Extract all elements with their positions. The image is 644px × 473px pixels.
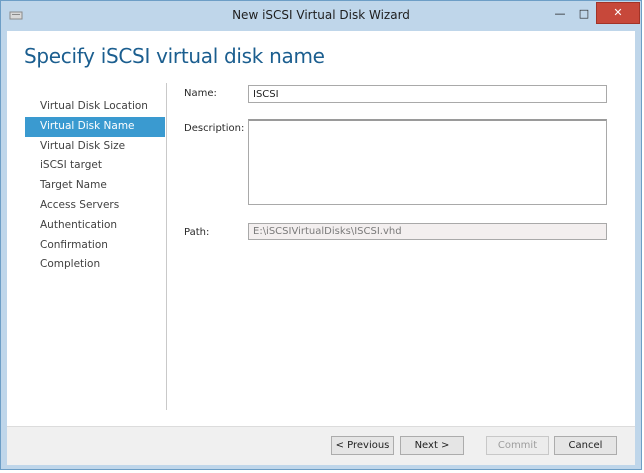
wizard-window: New iSCSI Virtual Disk Wizard — □ ✕ Spec… xyxy=(0,0,642,470)
nav-step-access-servers[interactable]: Access Servers xyxy=(25,196,165,216)
nav-step-confirmation[interactable]: Confirmation xyxy=(25,236,165,256)
nav-step-authentication[interactable]: Authentication xyxy=(25,216,165,236)
wizard-steps-nav: Virtual Disk Location Virtual Disk Name Vi… xyxy=(25,97,165,275)
nav-step-completion[interactable]: Completion xyxy=(25,255,165,275)
wizard-content: Specify iSCSI virtual disk name Virtual … xyxy=(7,31,635,465)
wizard-footer: < Previous Next > Commit Cancel xyxy=(7,426,635,465)
title-bar[interactable]: New iSCSI Virtual Disk Wizard — □ ✕ xyxy=(1,1,641,31)
commit-button[interactable]: Commit xyxy=(486,436,549,455)
close-button[interactable]: ✕ xyxy=(596,2,640,24)
minimize-button[interactable]: — xyxy=(549,5,571,23)
nav-step-virtual-disk-name[interactable]: Virtual Disk Name xyxy=(25,116,165,137)
name-input[interactable] xyxy=(248,85,607,103)
next-button[interactable]: Next > xyxy=(400,436,464,455)
previous-button[interactable]: < Previous xyxy=(331,436,394,455)
path-field: E:\iSCSIVirtualDisks\ISCSI.vhd xyxy=(248,223,607,240)
nav-divider xyxy=(166,83,167,410)
nav-step-virtual-disk-size[interactable]: Virtual Disk Size xyxy=(25,137,165,157)
description-label: Description: xyxy=(184,123,245,134)
cancel-button[interactable]: Cancel xyxy=(554,436,617,455)
path-label: Path: xyxy=(184,227,210,238)
maximize-button[interactable]: □ xyxy=(573,5,595,23)
page-title: Specify iSCSI virtual disk name xyxy=(24,44,325,68)
nav-step-target-name[interactable]: Target Name xyxy=(25,176,165,196)
nav-step-iscsi-target[interactable]: iSCSI target xyxy=(25,156,165,176)
nav-step-virtual-disk-location[interactable]: Virtual Disk Location xyxy=(25,97,165,117)
description-input[interactable] xyxy=(248,119,607,205)
name-label: Name: xyxy=(184,88,217,99)
window-title: New iSCSI Virtual Disk Wizard xyxy=(232,8,410,22)
